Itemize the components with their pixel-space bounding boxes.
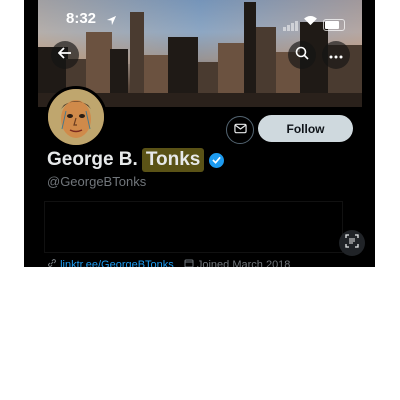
- message-icon: [233, 121, 247, 139]
- search-button[interactable]: [288, 41, 316, 69]
- message-button[interactable]: [226, 116, 254, 144]
- avatar[interactable]: [45, 86, 107, 148]
- back-button[interactable]: [51, 41, 79, 69]
- location-arrow-icon: [106, 13, 117, 31]
- status-time: 8:32: [66, 10, 97, 27]
- cellular-signal-icon: [283, 21, 298, 31]
- battery-icon: [323, 19, 345, 31]
- status-icons: [283, 13, 345, 31]
- more-icon: [329, 46, 343, 64]
- search-icon: [295, 46, 309, 65]
- display-name: George B. Tonks: [47, 148, 225, 172]
- display-name-highlighted: Tonks: [141, 148, 205, 172]
- redacted-bio: [44, 201, 343, 253]
- avatar-portrait: [48, 89, 104, 145]
- user-handle: @GeorgeBTonks: [47, 174, 147, 189]
- wifi-icon: [303, 13, 318, 31]
- follow-button[interactable]: Follow: [258, 115, 353, 142]
- back-arrow-icon: [57, 46, 72, 65]
- scan-text-button[interactable]: [339, 230, 365, 256]
- verified-badge-icon: [209, 152, 225, 168]
- scan-text-icon: [345, 233, 359, 253]
- more-button[interactable]: [322, 41, 350, 69]
- display-name-first: George B.: [47, 149, 138, 170]
- status-bar: 8:32: [24, 10, 375, 31]
